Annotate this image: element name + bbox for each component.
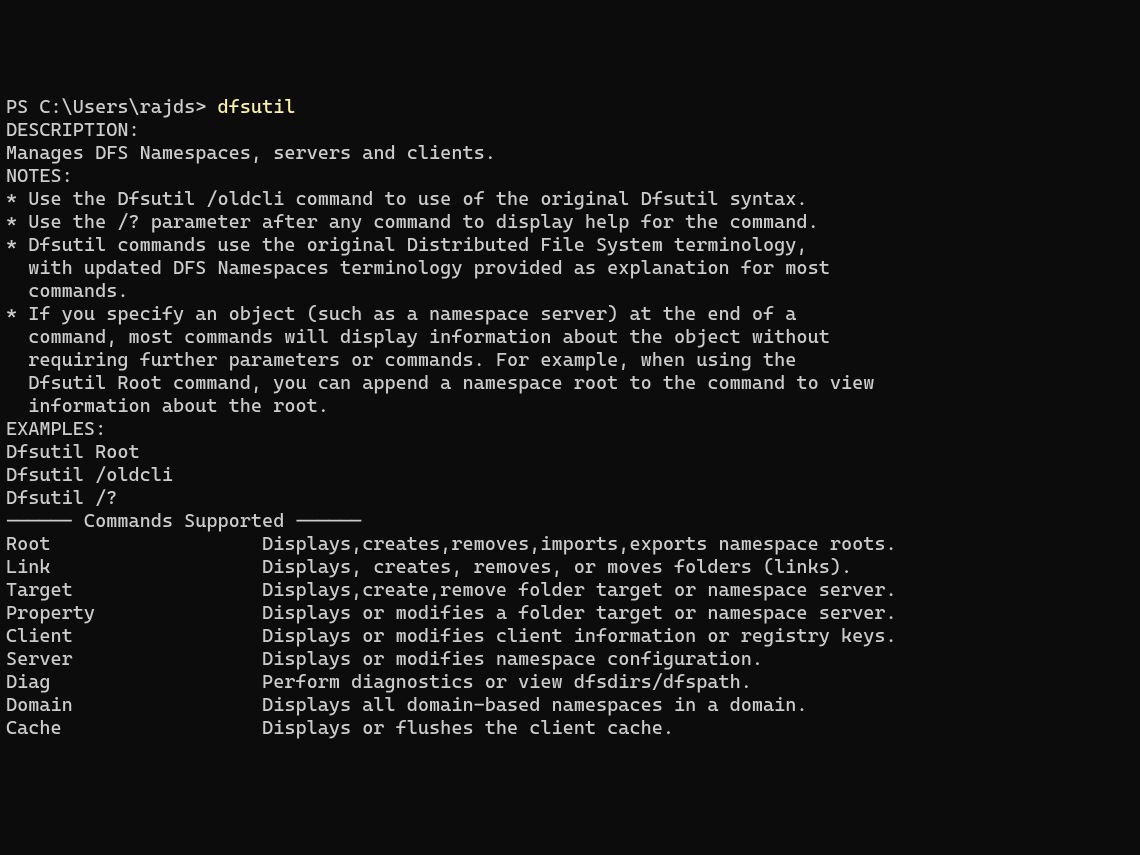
notes-line: * If you specify an object (such as a na… — [6, 303, 1134, 326]
prompt-prefix: PS C:\Users\rajds> — [6, 96, 218, 118]
notes-line: * Dfsutil commands use the original Dist… — [6, 234, 1134, 257]
command-line: Property Displays or modifies a folder t… — [6, 602, 1134, 625]
command-line: Link Displays, creates, removes, or move… — [6, 556, 1134, 579]
description-header: DESCRIPTION: — [6, 119, 1134, 142]
examples-header: EXAMPLES: — [6, 418, 1134, 441]
notes-line: information about the root. — [6, 395, 1134, 418]
example-line: Dfsutil Root — [6, 441, 1134, 464]
notes-line: * Use the Dfsutil /oldcli command to use… — [6, 188, 1134, 211]
notes-line: with updated DFS Namespaces terminology … — [6, 257, 1134, 280]
description-text: Manages DFS Namespaces, servers and clie… — [6, 142, 1134, 165]
notes-line: commands. — [6, 280, 1134, 303]
example-line: Dfsutil /oldcli — [6, 464, 1134, 487]
notes-line: requiring further parameters or commands… — [6, 349, 1134, 372]
notes-header: NOTES: — [6, 165, 1134, 188]
command-line: Domain Displays all domain-based namespa… — [6, 694, 1134, 717]
example-line: Dfsutil /? — [6, 487, 1134, 510]
commands-header: ------ Commands Supported ------ — [6, 510, 1134, 533]
command-line: Root Displays,creates,removes,imports,ex… — [6, 533, 1134, 556]
command-line: Diag Perform diagnostics or view dfsdirs… — [6, 671, 1134, 694]
command-line: Server Displays or modifies namespace co… — [6, 648, 1134, 671]
notes-line: * Use the /? parameter after any command… — [6, 211, 1134, 234]
command-line: Client Displays or modifies client infor… — [6, 625, 1134, 648]
prompt-line: PS C:\Users\rajds> dfsutil — [6, 96, 1134, 119]
terminal-output[interactable]: PS C:\Users\rajds> dfsutilDESCRIPTION:Ma… — [6, 96, 1134, 740]
command-line: Target Displays,create,remove folder tar… — [6, 579, 1134, 602]
command-line: Cache Displays or flushes the client cac… — [6, 717, 1134, 740]
notes-line: Dfsutil Root command, you can append a n… — [6, 372, 1134, 395]
prompt-command: dfsutil — [218, 96, 296, 118]
notes-line: command, most commands will display info… — [6, 326, 1134, 349]
